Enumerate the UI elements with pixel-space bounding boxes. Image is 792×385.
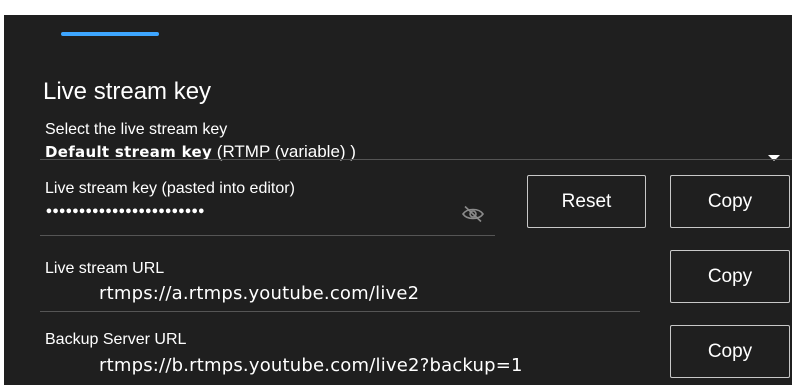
stream-key-masked-value[interactable]: ••••••••••••••••••••••••: [45, 205, 205, 220]
header-strip: [0, 0, 792, 15]
stream-settings-panel: Live stream key Select the live stream k…: [4, 15, 792, 385]
stream-url-label: Live stream URL: [45, 260, 165, 277]
backup-url-label: Backup Server URL: [45, 331, 187, 348]
copy-stream-key-button[interactable]: Copy: [670, 175, 790, 228]
divider: [40, 235, 495, 236]
backup-url-value: rtmps://b.rtmps.youtube.com/live2?backup…: [99, 355, 523, 376]
stream-url-value: rtmps://a.rtmps.youtube.com/live2: [99, 283, 420, 304]
select-label: Select the live stream key: [45, 121, 228, 138]
divider: [40, 311, 640, 312]
active-tab-indicator: [61, 32, 159, 36]
eye-off-icon[interactable]: [461, 205, 485, 223]
dropdown-arrow-icon[interactable]: [768, 155, 780, 161]
divider: [40, 159, 792, 160]
copy-stream-url-button[interactable]: Copy: [670, 250, 790, 303]
copy-backup-url-button[interactable]: Copy: [670, 325, 790, 378]
reset-button[interactable]: Reset: [527, 175, 646, 228]
stream-key-label: Live stream key (pasted into editor): [45, 180, 295, 197]
section-title: Live stream key: [43, 78, 212, 105]
